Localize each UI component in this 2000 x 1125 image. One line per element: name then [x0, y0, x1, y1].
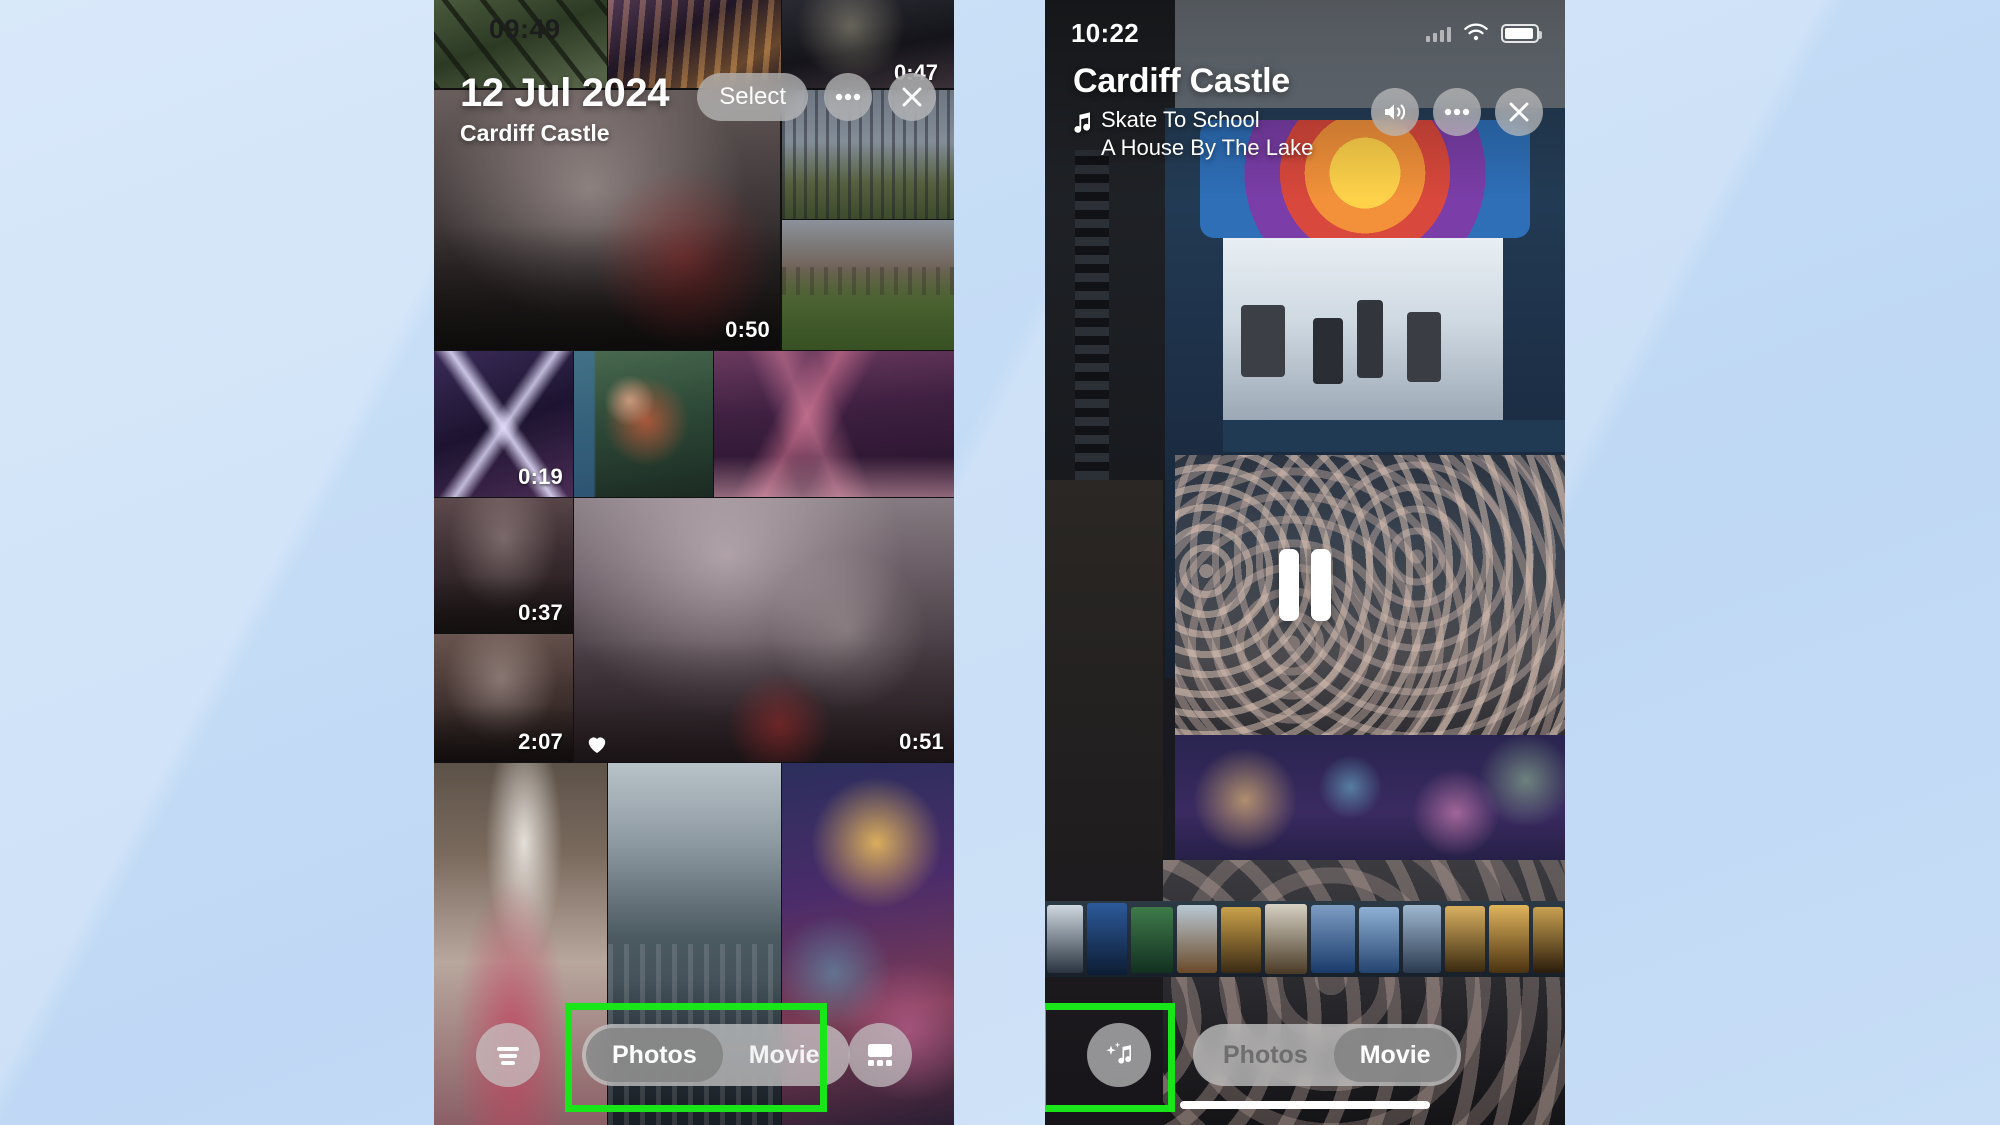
select-button[interactable]: Select	[697, 73, 808, 121]
memory-header: 12 Jul 2024 Cardiff Castle	[460, 71, 670, 147]
grid-tile-6[interactable]	[714, 351, 954, 497]
grid-layout-icon[interactable]	[848, 1023, 912, 1087]
filter-icon[interactable]	[476, 1023, 540, 1087]
grid-tile-3[interactable]	[782, 220, 954, 350]
video-scrubber-filmstrip[interactable]	[1045, 901, 1565, 977]
highlight-box-music-button	[1045, 1003, 1175, 1112]
music-note-icon	[1074, 112, 1090, 133]
grid-tile-5[interactable]	[574, 351, 713, 497]
status-bar-time: 10:22	[1071, 17, 1139, 48]
page-background	[0, 0, 2000, 1125]
video-duration: 2:07	[518, 729, 563, 754]
movie-header: Cardiff Castle Skate To School A House B…	[1073, 62, 1313, 162]
video-duration: 0:37	[518, 600, 563, 625]
right-status-bar: 10:22	[1045, 16, 1565, 50]
speaker-icon[interactable]	[1371, 88, 1419, 136]
song-title: Skate To School	[1101, 107, 1260, 132]
highlight-box-photos-movie-toggle	[565, 1003, 827, 1112]
movie-title: Cardiff Castle	[1073, 62, 1290, 100]
video-duration: 0:50	[725, 317, 770, 342]
pause-icon[interactable]	[1279, 549, 1331, 621]
battery-icon	[1501, 23, 1542, 43]
video-duration: 0:19	[518, 464, 563, 489]
grid-tile-4[interactable]: 0:19	[434, 351, 573, 497]
movie-action-bar	[1371, 88, 1543, 136]
grid-tile-7b[interactable]: 2:07	[434, 634, 573, 762]
close-icon[interactable]	[1495, 88, 1543, 136]
signal-bars-icon	[1426, 24, 1451, 42]
tab-movie[interactable]: Movie	[1333, 1028, 1457, 1082]
wifi-icon	[1464, 23, 1488, 41]
song-artist: A House By The Lake	[1101, 135, 1314, 161]
photo-grid[interactable]: 0:50 0:19 0:37 2:07 0:51	[434, 0, 954, 1125]
top-action-bar: Select	[697, 73, 936, 121]
tab-photos[interactable]: Photos	[1197, 1028, 1334, 1082]
memory-location: Cardiff Castle	[460, 120, 610, 146]
grid-tile-8[interactable]: 0:51	[574, 498, 954, 762]
left-phone-screen: 0:50 0:19 0:37 2:07 0:51 09:49 12 Jul 20…	[434, 0, 954, 1125]
status-bar-time: 09:49	[489, 14, 561, 44]
video-duration: 0:51	[899, 729, 944, 754]
close-icon[interactable]	[888, 73, 936, 121]
grid-tile-7[interactable]: 0:37	[434, 498, 573, 633]
favourite-heart-icon	[586, 734, 608, 754]
memory-date: 12 Jul 2024	[460, 71, 670, 115]
ellipsis-icon[interactable]	[824, 73, 872, 121]
ellipsis-icon[interactable]	[1433, 88, 1481, 136]
home-indicator	[1180, 1101, 1430, 1109]
right-phone-screen: 10:22 Cardiff Castle Skate To School A H…	[1045, 0, 1565, 1125]
view-mode-segmented-control[interactable]: Photos Movie	[1193, 1024, 1461, 1086]
